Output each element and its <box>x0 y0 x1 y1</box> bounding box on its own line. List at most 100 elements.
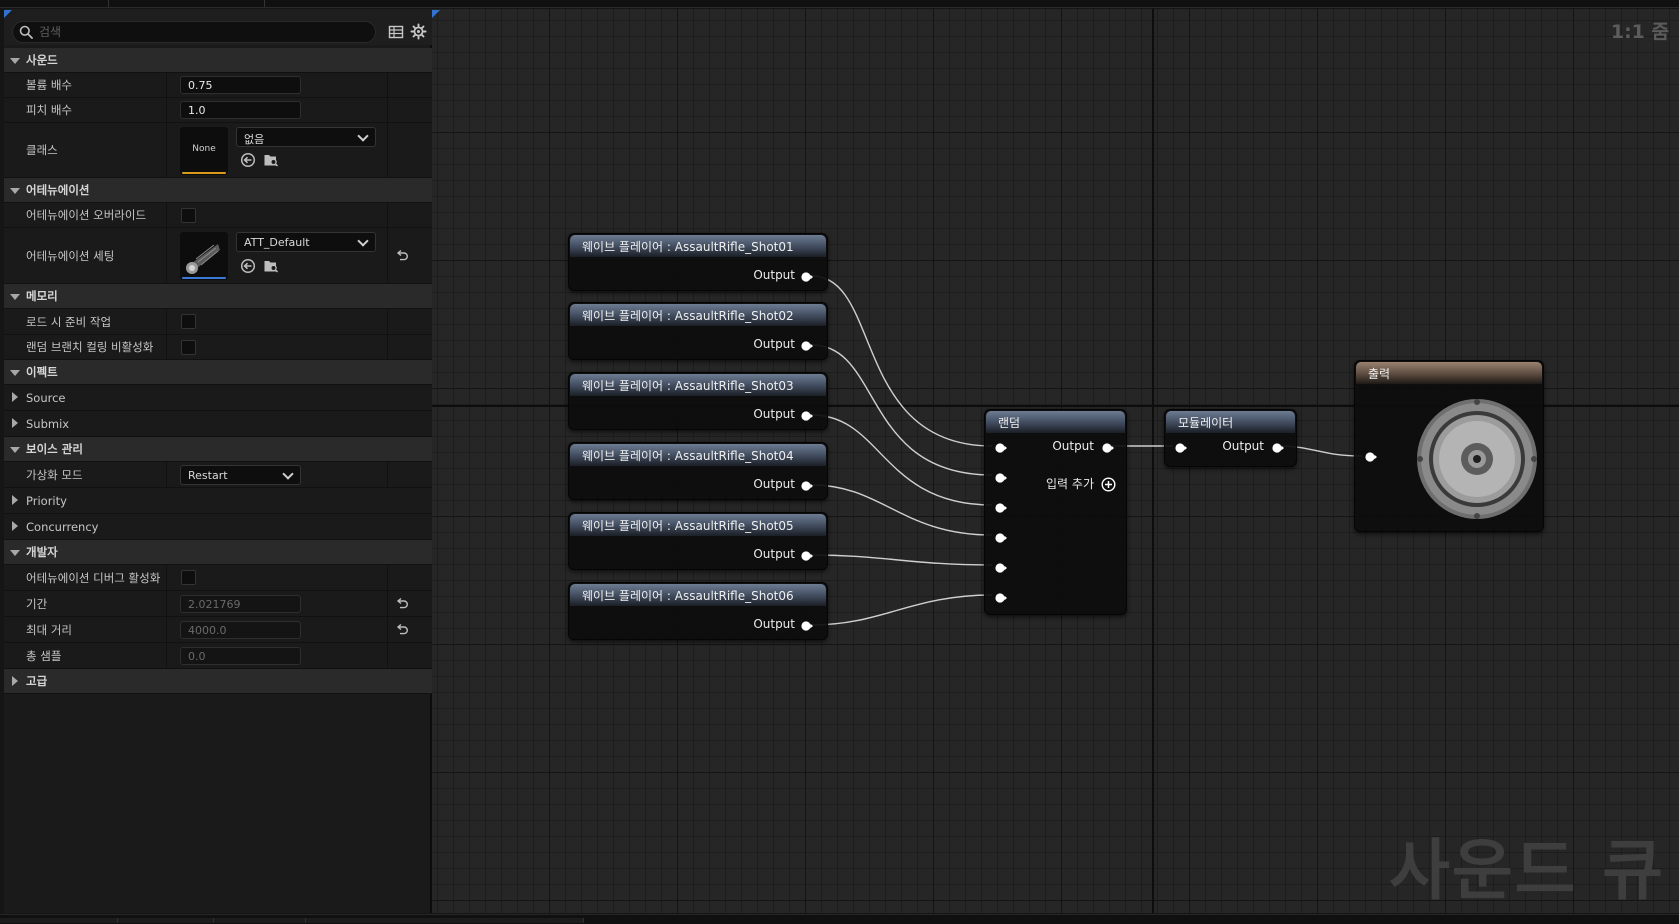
property-label: 최대 거리 <box>26 622 72 637</box>
random-node[interactable]: 랜덤 Output 입력 추가 <box>984 409 1127 615</box>
duration-field: 2.021769 <box>180 595 301 613</box>
output-pin-icon[interactable] <box>801 620 813 632</box>
collapse-arrow-icon <box>10 294 20 300</box>
property-label: 로드 시 준비 작업 <box>26 314 112 329</box>
debug-attenuation-checkbox[interactable] <box>181 570 196 585</box>
graph-corner-marker <box>432 10 440 18</box>
expand-arrow-icon <box>12 418 18 428</box>
combo-value: ATT_Default <box>244 236 310 249</box>
table-view-icon[interactable] <box>388 24 404 40</box>
wave-player-node[interactable]: 웨이브 플레이어 : AssaultRifle_Shot05 Output <box>568 512 828 570</box>
override-attenuation-checkbox[interactable] <box>181 208 196 223</box>
output-pin-icon[interactable] <box>801 340 813 352</box>
input-pin-icon[interactable] <box>995 502 1007 514</box>
node-title: 웨이브 플레이어 : AssaultRifle_Shot02 <box>570 304 826 326</box>
pitch-multiplier-field[interactable]: 1.0 <box>180 101 301 119</box>
chevron-down-icon <box>357 235 369 247</box>
category-label: 개발자 <box>26 545 58 559</box>
output-pin-icon[interactable] <box>1102 442 1114 454</box>
wave-player-node[interactable]: 웨이브 플레이어 : AssaultRifle_Shot02 Output <box>568 302 828 360</box>
property-label: 가상화 모드 <box>26 467 83 482</box>
input-pin-icon[interactable] <box>995 532 1007 544</box>
group-priority[interactable]: Priority <box>4 488 432 514</box>
output-pin-icon[interactable] <box>801 271 813 283</box>
category-voice-management[interactable]: 보이스 관리 <box>4 437 432 462</box>
property-debug-attenuation: 어테뉴에이션 디버그 활성화 <box>4 565 432 591</box>
chevron-down-icon <box>282 468 294 480</box>
collapse-arrow-icon <box>10 447 20 453</box>
output-pin-label: Output <box>753 477 795 491</box>
node-title: 웨이브 플레이어 : AssaultRifle_Shot05 <box>570 514 826 536</box>
prime-on-load-checkbox[interactable] <box>181 314 196 329</box>
browse-asset-icon[interactable] <box>263 152 279 168</box>
reset-to-default-icon[interactable] <box>395 597 409 611</box>
input-pin-icon[interactable] <box>995 592 1007 604</box>
sound-class-thumbnail[interactable]: None <box>180 127 228 175</box>
input-pin-icon[interactable] <box>995 472 1007 484</box>
search-input[interactable] <box>39 24 369 40</box>
browse-asset-icon[interactable] <box>263 258 279 274</box>
output-node[interactable]: 출력 <box>1354 360 1544 532</box>
wave-player-node[interactable]: 웨이브 플레이어 : AssaultRifle_Shot06 Output <box>568 582 828 640</box>
property-label: 어테뉴에이션 디버그 활성화 <box>26 570 161 585</box>
property-label: 랜덤 브랜치 컬링 비활성화 <box>26 340 154 354</box>
tab-separator <box>264 0 265 7</box>
category-developer[interactable]: 개발자 <box>4 540 432 565</box>
wave-player-node[interactable]: 웨이브 플레이어 : AssaultRifle_Shot01 Output <box>568 233 828 291</box>
virtualization-mode-combo[interactable]: Restart <box>180 465 301 485</box>
property-label: 어테뉴에이션 세팅 <box>26 248 115 263</box>
combo-value: Restart <box>188 469 228 482</box>
wave-player-node[interactable]: 웨이브 플레이어 : AssaultRifle_Shot03 Output <box>568 372 828 430</box>
output-pin-label: Output <box>753 547 795 561</box>
volume-multiplier-field[interactable]: 0.75 <box>180 76 301 94</box>
use-selected-asset-icon[interactable] <box>240 258 256 274</box>
node-title: 웨이브 플레이어 : AssaultRifle_Shot01 <box>570 235 826 257</box>
group-label: Submix <box>26 416 70 431</box>
property-override-attenuation: 어테뉴에이션 오버라이드 <box>4 203 432 228</box>
output-pin-label: Output <box>753 407 795 421</box>
attenuation-settings-combo[interactable]: ATT_Default <box>236 232 376 252</box>
input-pin-icon[interactable] <box>995 562 1007 574</box>
use-selected-asset-icon[interactable] <box>240 152 256 168</box>
input-pin-icon[interactable] <box>1365 451 1377 463</box>
category-attenuation[interactable]: 어테뉴에이션 <box>4 178 432 203</box>
reset-to-default-icon[interactable] <box>395 249 409 263</box>
wire-shot06 <box>811 594 993 626</box>
wave-player-node[interactable]: 웨이브 플레이어 : AssaultRifle_Shot04 Output <box>568 442 828 500</box>
status-segment <box>306 918 584 923</box>
expand-arrow-icon <box>12 495 18 505</box>
disable-random-culling-checkbox[interactable] <box>181 340 196 355</box>
property-disable-random-culling: 랜덤 브랜치 컬링 비활성화 <box>4 335 432 360</box>
category-sound[interactable]: 사운드 <box>4 48 432 73</box>
sound-cue-graph[interactable]: 1:1 줌 사운드 큐 웨이브 플레이어 : AssaultRifle_Shot… <box>432 9 1679 913</box>
property-pitch-multiplier: 피치 배수 1.0 <box>4 98 432 123</box>
add-input-label[interactable]: 입력 추가 <box>1046 475 1094 492</box>
category-effect[interactable]: 이펙트 <box>4 360 432 385</box>
input-pin-icon[interactable] <box>1175 442 1187 454</box>
gear-icon[interactable] <box>410 23 427 40</box>
search-box[interactable] <box>12 21 376 43</box>
group-source[interactable]: Source <box>4 385 432 411</box>
group-submix[interactable]: Submix <box>4 411 432 437</box>
collapse-arrow-icon <box>10 370 20 376</box>
modulator-node[interactable]: 모듈레이터 Output <box>1164 409 1297 467</box>
output-pin-icon[interactable] <box>801 410 813 422</box>
category-memory[interactable]: 메모리 <box>4 284 432 309</box>
reset-to-default-icon[interactable] <box>395 623 409 637</box>
search-icon <box>19 25 33 39</box>
status-segment <box>0 918 118 923</box>
output-pin-icon[interactable] <box>801 550 813 562</box>
category-label: 고급 <box>26 674 48 688</box>
group-concurrency[interactable]: Concurrency <box>4 514 432 540</box>
category-advanced[interactable]: 고급 <box>4 669 432 694</box>
add-input-icon[interactable] <box>1101 477 1116 492</box>
input-pin-icon[interactable] <box>995 442 1007 454</box>
output-pin-icon[interactable] <box>801 480 813 492</box>
sound-class-combo[interactable]: 없음 <box>236 127 376 147</box>
output-pin-icon[interactable] <box>1272 442 1284 454</box>
attenuation-thumbnail[interactable] <box>180 232 228 280</box>
category-label: 이펙트 <box>26 365 58 379</box>
category-label: 어테뉴에이션 <box>26 183 90 197</box>
property-duration: 기간 2.021769 <box>4 591 432 617</box>
property-label: 볼륨 배수 <box>26 78 72 92</box>
